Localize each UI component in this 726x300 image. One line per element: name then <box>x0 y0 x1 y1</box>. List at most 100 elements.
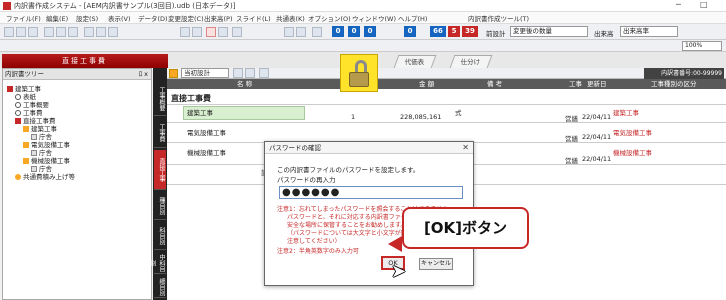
menu-change[interactable]: 変更設定(C) <box>168 13 204 23</box>
tool-icon[interactable] <box>233 68 243 78</box>
row-amount: 228,085,161 <box>400 113 442 121</box>
paste-icon[interactable] <box>192 27 202 37</box>
tool-icon-3[interactable] <box>259 68 269 78</box>
design-select[interactable]: 当初設計 <box>181 68 229 78</box>
tree-panel: 内訳書ツリー ﾛ x 建築工事 表紙 工事概要 工事費 直接工事費 建築工事 庁… <box>2 68 152 300</box>
zoom-select[interactable]: 100% <box>682 41 722 51</box>
tab-direct-cost[interactable]: 直接工事費 <box>2 54 168 68</box>
maximize-icon[interactable]: □ <box>700 0 708 9</box>
menu-tools[interactable]: 内訳書作成ツール(T) <box>468 13 529 23</box>
column-remark[interactable]: 備 考 <box>487 79 502 89</box>
column-category[interactable]: 工事種別の区分 <box>651 79 697 89</box>
menu-view[interactable]: 表示(V) <box>108 13 131 23</box>
vtab-detail[interactable]: 細目別 <box>154 276 166 298</box>
folder-icon <box>7 86 13 92</box>
dialog-message: この内訳書ファイルのパスワードを設定します。 <box>277 166 420 174</box>
before-design-label: 前設計 <box>486 30 506 38</box>
move-icon[interactable] <box>218 27 228 37</box>
folder-icon <box>23 142 29 148</box>
vtab-mid-subject[interactable]: 中科目別 <box>149 252 166 274</box>
minimize-icon[interactable]: ─ <box>676 0 681 9</box>
menu-data[interactable]: データ(D) <box>138 13 168 23</box>
column-work[interactable]: 工事 <box>569 79 582 89</box>
menu-edit[interactable]: 編集(E) <box>46 13 68 23</box>
dialog-title: パスワードの確認 <box>265 142 473 154</box>
row-name: 電気設備工事 <box>187 129 226 137</box>
folder-icon <box>23 158 29 164</box>
count-box-5: 66 <box>430 26 446 37</box>
tree-panel-header: 内訳書ツリー ﾛ x <box>3 69 151 80</box>
cursor-icon: ➤ <box>391 261 407 282</box>
vtab-subject[interactable]: 科目別 <box>154 222 166 250</box>
tool-icon-2[interactable] <box>245 68 255 78</box>
count-box-4: 0 <box>404 26 416 37</box>
grid-header: 名 称 金 額 備 考 工事 更新日 工事種別の区分 <box>167 79 726 89</box>
column-updated[interactable]: 更新日 <box>587 79 607 89</box>
row-name: 建築工事 <box>187 109 213 117</box>
note-1c: 安全な場所に保管することをお勧めします。 <box>287 222 407 229</box>
row-category: 電気設備工事 <box>613 129 652 137</box>
open-icon[interactable] <box>16 27 26 37</box>
save-icon[interactable] <box>28 27 38 37</box>
tab-sort[interactable]: 仕分け <box>449 55 492 68</box>
vtab-overview[interactable]: 工事概要 <box>154 82 166 116</box>
menu-help[interactable]: ヘルプ(H) <box>398 13 427 23</box>
row-name: 機械設備工事 <box>187 149 226 157</box>
row-date: 22/04/11 <box>582 155 612 163</box>
row-remark: 式 <box>455 109 462 117</box>
secondary-toolbar: 100% <box>0 40 726 52</box>
calc-icon[interactable] <box>284 27 294 37</box>
row-category: 機械設備工事 <box>613 149 652 157</box>
new-icon[interactable] <box>4 27 14 37</box>
row-divider <box>167 104 726 105</box>
sort-icon[interactable] <box>232 27 242 37</box>
unlock-button[interactable] <box>340 54 378 92</box>
grid-icon[interactable] <box>312 27 322 37</box>
tool-icon[interactable] <box>84 27 94 37</box>
count-box-2: 0 <box>348 26 360 37</box>
folder-icon <box>23 126 29 132</box>
column-amount[interactable]: 金 額 <box>419 79 434 89</box>
menu-settings[interactable]: 設定(S) <box>76 13 98 23</box>
folder-icon[interactable] <box>169 69 178 78</box>
edit-icon[interactable] <box>68 27 78 37</box>
main-toolbar: 0 0 0 0 66 5 39 前設計 変更後の数量 出来高 出来高率 <box>0 24 726 40</box>
circle-icon <box>15 174 21 180</box>
menu-file[interactable]: ファイル(F) <box>6 13 41 23</box>
password-input[interactable]: ●●●●●● <box>279 186 463 199</box>
document-number: 内訳書番号:00-99999 <box>644 68 724 79</box>
count-box-7: 39 <box>462 26 478 37</box>
folder-icon <box>15 118 21 124</box>
row-qty: 1 <box>351 113 356 121</box>
menu-slide[interactable]: スライド(L) <box>236 13 271 23</box>
menu-common[interactable]: 共通表(K) <box>276 13 305 23</box>
tool-icon-2[interactable] <box>96 27 106 37</box>
menu-option[interactable]: オプション(O) <box>308 13 351 23</box>
vtab-type[interactable]: 種目別 <box>154 192 166 220</box>
menu-progress[interactable]: 出来高(P) <box>204 13 233 23</box>
column-name[interactable]: 名 称 <box>237 79 252 89</box>
tool-icon-3[interactable] <box>108 27 118 37</box>
delete-icon[interactable] <box>206 27 216 37</box>
window-title: 内訳書作成システム - [AEM内訳書サンプル(3回目).udb (日本データ)… <box>14 2 236 10</box>
vertical-tab-strip: 工事概要 工事費 直接工事 種目別 科目別 中科目別 細目別 <box>149 68 167 300</box>
copy-icon[interactable] <box>180 27 190 37</box>
row-category: 建築工事 <box>613 109 639 117</box>
tree-item[interactable]: 共通費積み上げ等 <box>15 171 75 181</box>
print-icon[interactable] <box>44 27 54 37</box>
display-select[interactable]: 出来高率 <box>620 26 678 37</box>
row-date: 22/04/11 <box>582 113 612 121</box>
cancel-button[interactable]: キャンセル <box>419 258 453 270</box>
calc-icon-2[interactable] <box>296 27 306 37</box>
panel-pin-icon[interactable]: ﾛ x <box>139 69 148 80</box>
unlock-icon <box>349 72 369 87</box>
vtab-direct[interactable]: 直接工事 <box>154 150 166 190</box>
progress-label: 出来高 <box>594 30 614 38</box>
change-select[interactable]: 変更後の数量 <box>510 26 588 37</box>
vtab-cost[interactable]: 工事費 <box>154 118 166 148</box>
password-retype-label: パスワードの再入力 <box>277 176 336 184</box>
close-icon[interactable]: ✕ <box>462 142 469 154</box>
menu-window[interactable]: ウィンドウ(W) <box>352 13 396 23</box>
preview-icon[interactable] <box>56 27 66 37</box>
tab-price-table[interactable]: 代価表 <box>393 55 436 68</box>
